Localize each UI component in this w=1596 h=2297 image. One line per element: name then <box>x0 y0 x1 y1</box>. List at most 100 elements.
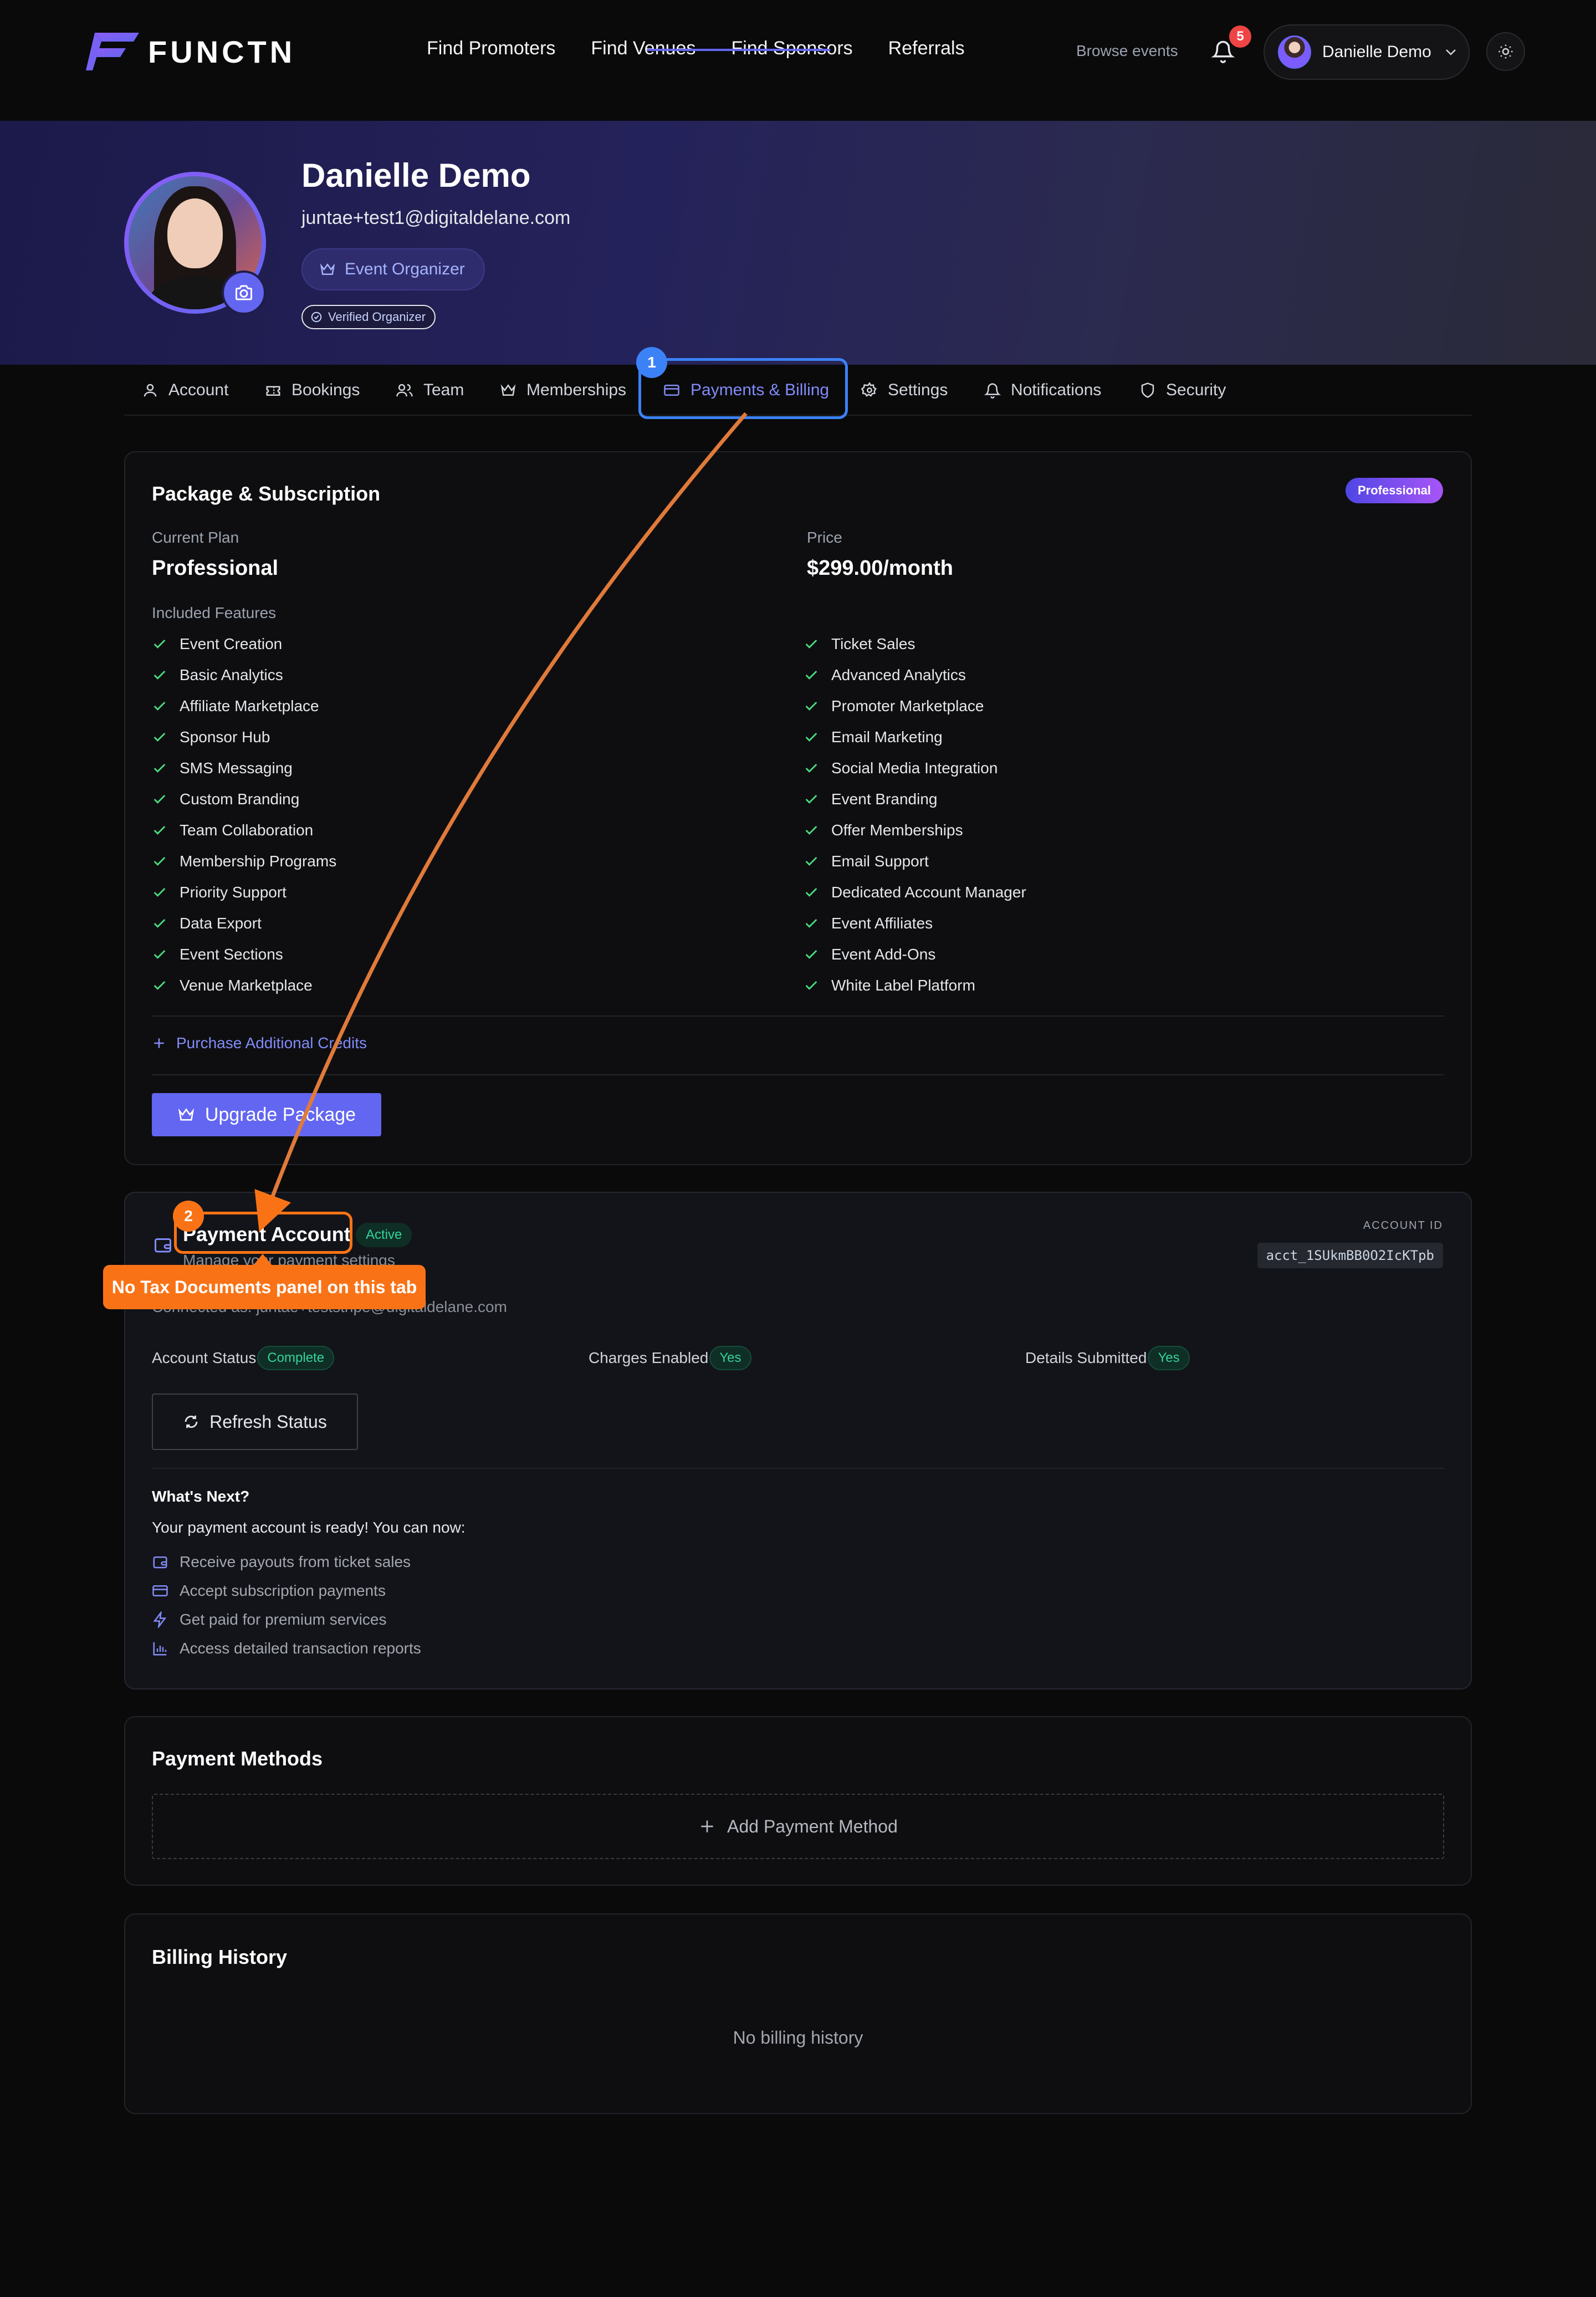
tab-label: Team <box>423 381 464 399</box>
next-item-label: Access detailed transaction reports <box>180 1640 421 1657</box>
check-icon <box>805 764 817 773</box>
feature-label: Team Collaboration <box>180 821 314 839</box>
add-payment-method-button[interactable]: Add Payment Method <box>152 1794 1444 1859</box>
feature-label: Email Support <box>831 853 929 870</box>
feature-item: SMS Messaging <box>152 759 293 777</box>
payment-methods-title: Payment Methods <box>152 1747 323 1770</box>
feature-label: White Label Platform <box>831 977 975 994</box>
chevron-down-icon <box>1445 49 1456 55</box>
feature-label: Promoter Marketplace <box>831 697 984 714</box>
check-icon <box>805 888 817 897</box>
account-status-label: Account Status <box>152 1349 257 1366</box>
crown-icon <box>178 1108 195 1121</box>
feature-item: Affiliate Marketplace <box>152 697 319 715</box>
next-item-premium-services: Get paid for premium services <box>152 1611 386 1629</box>
current-plan-label: Current Plan <box>152 529 239 546</box>
feature-label: Event Affiliates <box>831 915 933 932</box>
theme-toggle-button[interactable] <box>1486 32 1525 71</box>
check-icon <box>154 733 166 742</box>
purchase-credits-label: Purchase Additional Credits <box>176 1034 367 1051</box>
check-icon <box>154 919 166 928</box>
feature-item: Ticket Sales <box>804 635 915 653</box>
details-submitted-badge: Yes <box>1148 1346 1190 1370</box>
tab-settings[interactable]: Settings <box>861 365 948 416</box>
users-icon <box>396 384 413 397</box>
purchase-credits-link[interactable]: Purchase Additional Credits <box>152 1034 367 1052</box>
browse-events-link[interactable]: Browse events <box>1076 42 1178 60</box>
feature-item: Event Creation <box>152 635 282 653</box>
package-title: Package & Subscription <box>152 482 381 505</box>
account-active-badge: Active <box>356 1223 412 1247</box>
crown-icon <box>500 384 516 396</box>
tab-account[interactable]: Account <box>142 365 228 416</box>
tab-memberships[interactable]: Memberships <box>500 365 626 416</box>
annotation-step-1: 1 <box>636 347 667 378</box>
check-circle-icon <box>311 312 322 323</box>
annotation-highlight-payments-tab <box>638 358 848 419</box>
user-menu-name: Danielle Demo <box>1322 43 1431 61</box>
feature-item: Event Add-Ons <box>804 946 935 963</box>
nav-link-find-promoters[interactable]: Find Promoters <box>427 38 555 59</box>
feature-item: Promoter Marketplace <box>804 697 984 715</box>
next-item-label: Get paid for premium services <box>180 1611 387 1628</box>
account-ready-text: Your payment account is ready! You can n… <box>152 1519 466 1536</box>
check-icon <box>154 888 166 897</box>
next-item-label: Receive payouts from ticket sales <box>180 1553 411 1570</box>
callout-pointer <box>253 1254 273 1266</box>
annotation-callout: No Tax Documents panel on this tab <box>103 1265 426 1309</box>
account-status-badge: Complete <box>257 1346 335 1370</box>
divider <box>152 1074 1444 1075</box>
next-item-subscriptions: Accept subscription payments <box>152 1582 386 1600</box>
feature-label: Venue Marketplace <box>180 977 313 994</box>
shield-icon <box>1141 382 1154 398</box>
ticket-icon <box>266 386 280 396</box>
check-icon <box>805 950 817 959</box>
plus-icon <box>701 1820 713 1833</box>
bar-chart-icon <box>153 1642 167 1656</box>
tab-label: Account <box>168 381 229 399</box>
check-icon <box>154 640 166 649</box>
tab-security[interactable]: Security <box>1139 365 1226 416</box>
lightning-icon <box>153 1611 167 1628</box>
nav-link-referrals[interactable]: Referrals <box>888 38 965 59</box>
crown-icon <box>320 263 335 275</box>
refresh-status-button[interactable]: Refresh Status <box>152 1393 358 1450</box>
check-icon <box>805 919 817 928</box>
current-plan-value: Professional <box>152 557 279 580</box>
tab-bookings[interactable]: Bookings <box>265 365 360 416</box>
next-item-payouts: Receive payouts from ticket sales <box>152 1553 411 1571</box>
details-submitted-status: Details Submitted Yes <box>1025 1346 1190 1370</box>
user-menu-button[interactable]: Danielle Demo <box>1264 24 1470 80</box>
features-label: Included Features <box>152 604 277 621</box>
charges-enabled-status: Charges Enabled Yes <box>589 1346 751 1370</box>
payment-methods-card: Payment Methods Add Payment Method <box>124 1716 1472 1886</box>
feature-item: Advanced Analytics <box>804 666 966 684</box>
upgrade-package-button[interactable]: Upgrade Package <box>152 1093 381 1136</box>
gear-icon <box>861 382 877 397</box>
verified-label: Verified Organizer <box>328 310 426 324</box>
change-photo-button[interactable] <box>222 270 266 315</box>
brand-name: FUNCTN <box>148 34 296 69</box>
feature-item: Email Marketing <box>804 728 943 746</box>
feature-label: Basic Analytics <box>180 666 283 683</box>
functn-logo-mark <box>86 33 139 70</box>
wallet-icon <box>155 1238 171 1253</box>
profile-email: juntae+test1@digitaldelane.com <box>301 207 571 228</box>
tab-team[interactable]: Team <box>396 365 464 416</box>
feature-label: Sponsor Hub <box>180 728 270 746</box>
brand-logo[interactable]: FUNCTN <box>85 32 295 72</box>
divider <box>152 1468 1444 1469</box>
whats-next-heading: What's Next? <box>152 1488 250 1505</box>
feature-item: Dedicated Account Manager <box>804 884 1026 901</box>
check-icon <box>154 671 166 680</box>
refresh-icon <box>185 1415 198 1428</box>
plan-badge: Professional <box>1345 478 1443 503</box>
tab-notifications[interactable]: Notifications <box>984 365 1101 416</box>
check-icon <box>154 826 166 835</box>
check-icon <box>805 702 817 711</box>
next-item-label: Accept subscription payments <box>180 1582 386 1599</box>
feature-item: Venue Marketplace <box>152 977 313 994</box>
sun-icon <box>1498 44 1513 59</box>
feature-item: White Label Platform <box>804 977 975 994</box>
feature-item: Custom Branding <box>152 790 299 808</box>
